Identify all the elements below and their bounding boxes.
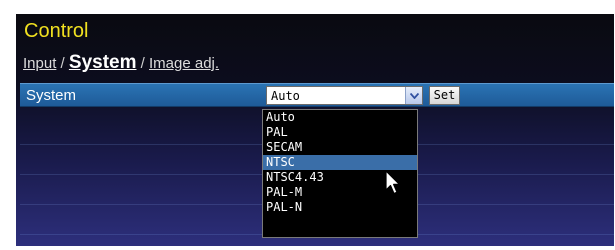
dropdown-option-pal[interactable]: PAL <box>263 125 417 140</box>
breadcrumb-image-adj-link[interactable]: Image adj. <box>149 55 219 72</box>
dropdown-option-auto[interactable]: Auto <box>263 110 417 125</box>
chevron-down-icon[interactable] <box>405 87 422 104</box>
system-label: System <box>26 87 77 104</box>
breadcrumb-separator: / <box>60 55 65 72</box>
system-setting-row: System Auto Set <box>20 83 614 107</box>
breadcrumb-system-current: System <box>68 52 137 73</box>
dropdown-option-ntsc[interactable]: NTSC <box>263 155 417 170</box>
page-title: Control <box>24 20 89 42</box>
breadcrumb: Input / System / Image adj. <box>23 52 219 74</box>
system-select-value: Auto <box>271 89 300 103</box>
system-select[interactable]: Auto <box>266 86 423 105</box>
mouse-cursor-icon <box>385 170 403 201</box>
dropdown-option-pal-n[interactable]: PAL-N <box>263 200 417 215</box>
set-button[interactable]: Set <box>429 86 460 105</box>
dropdown-option-secam[interactable]: SECAM <box>263 140 417 155</box>
breadcrumb-separator: / <box>140 55 145 72</box>
breadcrumb-input-link[interactable]: Input <box>23 55 56 72</box>
